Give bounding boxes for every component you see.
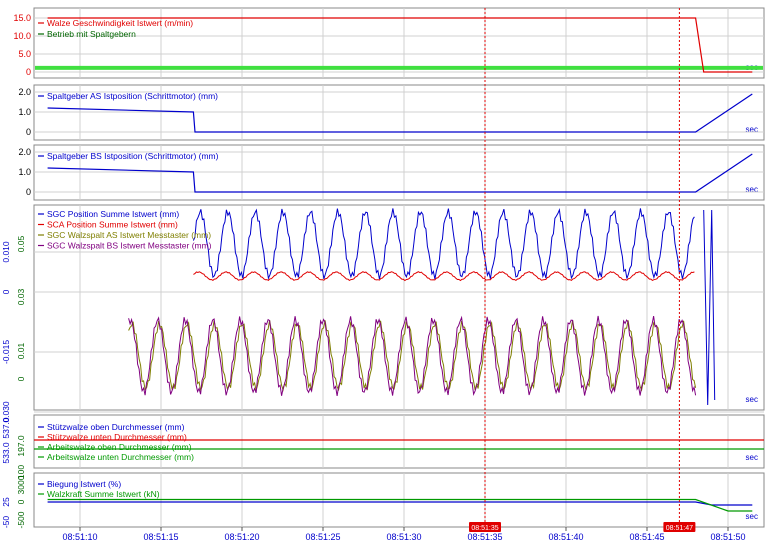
legend-label: Spaltgeber AS Istposition (Schrittmotor)… bbox=[47, 91, 218, 101]
y-tick-label: 0 bbox=[26, 187, 31, 197]
x-tick-label: 08:51:45 bbox=[629, 532, 664, 542]
x-tick-label: 08:51:35 bbox=[467, 532, 502, 542]
y-tick-label-right: 0 bbox=[16, 376, 26, 381]
y-tick-label-left: 25 bbox=[1, 497, 11, 507]
unit-label: sec bbox=[746, 453, 758, 462]
legend-label: Spaltgeber BS Istposition (Schrittmotor)… bbox=[47, 151, 219, 161]
sgc-spike-line bbox=[703, 209, 716, 406]
y-tick-label: 1.0 bbox=[18, 167, 31, 177]
y-tick-label-right: 3000 bbox=[16, 475, 26, 494]
legend-label: SGC Walzspalt BS Istwert Messtaster (mm) bbox=[47, 241, 212, 251]
unit-label: sec bbox=[746, 185, 758, 194]
legend-label: Biegung Istwert (%) bbox=[47, 479, 121, 489]
y-tick-label-right: 0 bbox=[16, 499, 26, 504]
y-tick-label-right: 0.03 bbox=[16, 288, 26, 305]
legend-label: Stützwalze unten Durchmesser (mm) bbox=[47, 432, 187, 442]
legend-label: SGC Position Summe Istwert (mm) bbox=[47, 209, 179, 219]
y-tick-label-right: 0.01 bbox=[16, 342, 26, 359]
cursor-label: 08:51:47 bbox=[666, 525, 693, 532]
y-tick-label: 2.0 bbox=[18, 87, 31, 97]
legend-label: Stützwalze oben Durchmesser (mm) bbox=[47, 422, 185, 432]
legend-label: SGC Walzspalt AS Istwert Messtaster (mm) bbox=[47, 230, 211, 240]
y-tick-label-left: 0 bbox=[1, 289, 11, 294]
y-tick-label-left: -50 bbox=[1, 516, 11, 529]
walzspalt-bs-line bbox=[128, 315, 697, 396]
cursor-label: 08:51:35 bbox=[471, 525, 498, 532]
unit-label: sec bbox=[746, 395, 758, 404]
y-tick-label-left: 0.010 bbox=[1, 241, 11, 263]
y-tick-label-left: -0.015 bbox=[1, 340, 11, 364]
legend-label: Arbeitswalze unten Durchmesser (mm) bbox=[47, 452, 194, 462]
unit-label: sec bbox=[746, 125, 758, 134]
x-tick-label: 08:51:10 bbox=[62, 532, 97, 542]
y-tick-label: 5.0 bbox=[18, 49, 31, 59]
y-tick-label: 10.0 bbox=[13, 31, 31, 41]
legend-label: Betrieb mit Spaltgebern bbox=[47, 29, 136, 39]
multi-panel-trend-chart: secsecsecsecsecsec08:51:1008:51:1508:51:… bbox=[1, 7, 765, 542]
y-tick-label-right: 0.05 bbox=[16, 235, 26, 252]
y-tick-label: 15.0 bbox=[13, 13, 31, 23]
y-tick-label: 0 bbox=[26, 127, 31, 137]
x-tick-label: 08:51:40 bbox=[548, 532, 583, 542]
sgc-position-line bbox=[192, 208, 695, 280]
y-tick-label: 2.0 bbox=[18, 147, 31, 157]
legend-label: SCA Position Summe Istwert (mm) bbox=[47, 220, 178, 230]
legend-label: Walzkraft Summe Istwert (kN) bbox=[47, 489, 160, 499]
legend-label: Arbeitswalze oben Durchmesser (mm) bbox=[47, 442, 192, 452]
x-tick-label: 08:51:20 bbox=[224, 532, 259, 542]
legend-label: Walze Geschwindigkeit Istwert (m/min) bbox=[47, 18, 193, 28]
y-tick-label-right: -500 bbox=[16, 511, 26, 528]
x-tick-label: 08:51:30 bbox=[386, 532, 421, 542]
x-tick-label: 08:51:25 bbox=[305, 532, 340, 542]
y-tick-label: 1.0 bbox=[18, 107, 31, 117]
y-tick-label: 197.0 bbox=[16, 435, 26, 457]
unit-label: sec bbox=[746, 512, 758, 521]
y-tick-label: 537.0 bbox=[1, 417, 11, 439]
x-tick-label: 08:51:15 bbox=[143, 532, 178, 542]
x-tick-label: 08:51:50 bbox=[710, 532, 745, 542]
y-tick-label: 533.0 bbox=[1, 442, 11, 464]
y-tick-label: 0 bbox=[26, 67, 31, 77]
operation-band bbox=[35, 65, 763, 70]
